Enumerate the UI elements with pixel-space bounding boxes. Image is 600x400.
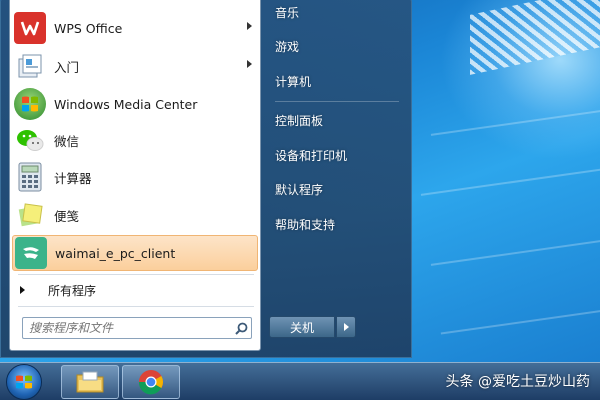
arrow-right-icon [343, 323, 349, 331]
taskbar-chrome[interactable] [122, 365, 180, 399]
program-wps-office[interactable]: WPS Office [12, 10, 258, 46]
sticky-notes-icon [14, 199, 46, 231]
all-programs-button[interactable]: 所有程序 [20, 280, 96, 300]
place-games[interactable]: 游戏 [275, 35, 299, 57]
program-label: waimai_e_pc_client [55, 245, 176, 261]
program-windows-media-center[interactable]: Windows Media Center [12, 86, 258, 122]
shutdown-options-button[interactable] [336, 316, 356, 338]
submenu-arrow-icon[interactable] [247, 22, 252, 30]
calculator-icon [14, 161, 46, 193]
start-menu-places-pane: 音乐 游戏 计算机 控制面板 设备和打印机 默认程序 帮助和支持 关机 [263, 0, 411, 351]
getting-started-icon [14, 50, 46, 82]
place-default-programs[interactable]: 默认程序 [275, 178, 323, 200]
program-wechat[interactable]: 微信 [12, 122, 258, 158]
place-help-support[interactable]: 帮助和支持 [275, 213, 335, 235]
start-button[interactable] [6, 364, 42, 400]
windows-logo-icon [16, 375, 32, 389]
windows-media-center-icon [14, 88, 46, 120]
program-label: 入门 [54, 59, 80, 75]
divider [18, 274, 254, 275]
place-control-panel[interactable]: 控制面板 [275, 109, 323, 131]
search-input[interactable] [23, 319, 231, 337]
divider [18, 306, 254, 307]
program-label: 微信 [54, 133, 80, 149]
program-calculator[interactable]: 计算器 [12, 159, 258, 195]
program-label: WPS Office [54, 20, 123, 36]
search-box[interactable] [22, 317, 252, 339]
search-icon[interactable] [231, 318, 251, 338]
place-computer[interactable]: 计算机 [275, 70, 311, 92]
place-music[interactable]: 音乐 [275, 1, 299, 23]
taskbar-file-explorer[interactable] [61, 365, 119, 399]
divider [275, 101, 399, 102]
place-devices-printers[interactable]: 设备和打印机 [275, 144, 347, 166]
program-label: 便笺 [54, 208, 80, 224]
arrow-right-icon [20, 286, 25, 294]
watermark-text: 头条 @爱吃土豆炒山药 [445, 374, 590, 390]
program-label: 计算器 [54, 170, 92, 186]
shutdown-button[interactable]: 关机 [269, 316, 335, 338]
waimai-client-icon [15, 237, 47, 269]
start-menu: WPS Office 入门 Windows Media Center 微信 计算… [0, 0, 412, 358]
program-sticky-notes[interactable]: 便笺 [12, 197, 258, 233]
program-waimai-client[interactable]: waimai_e_pc_client [12, 235, 258, 271]
program-label: Windows Media Center [54, 96, 198, 112]
program-getting-started[interactable]: 入门 [12, 48, 258, 84]
start-menu-programs-pane: WPS Office 入门 Windows Media Center 微信 计算… [9, 0, 261, 351]
all-programs-label: 所有程序 [48, 283, 97, 298]
chrome-icon [138, 370, 163, 395]
wechat-icon [14, 124, 46, 156]
submenu-arrow-icon[interactable] [247, 60, 252, 68]
wps-office-icon [14, 12, 46, 44]
file-explorer-icon [76, 371, 104, 393]
